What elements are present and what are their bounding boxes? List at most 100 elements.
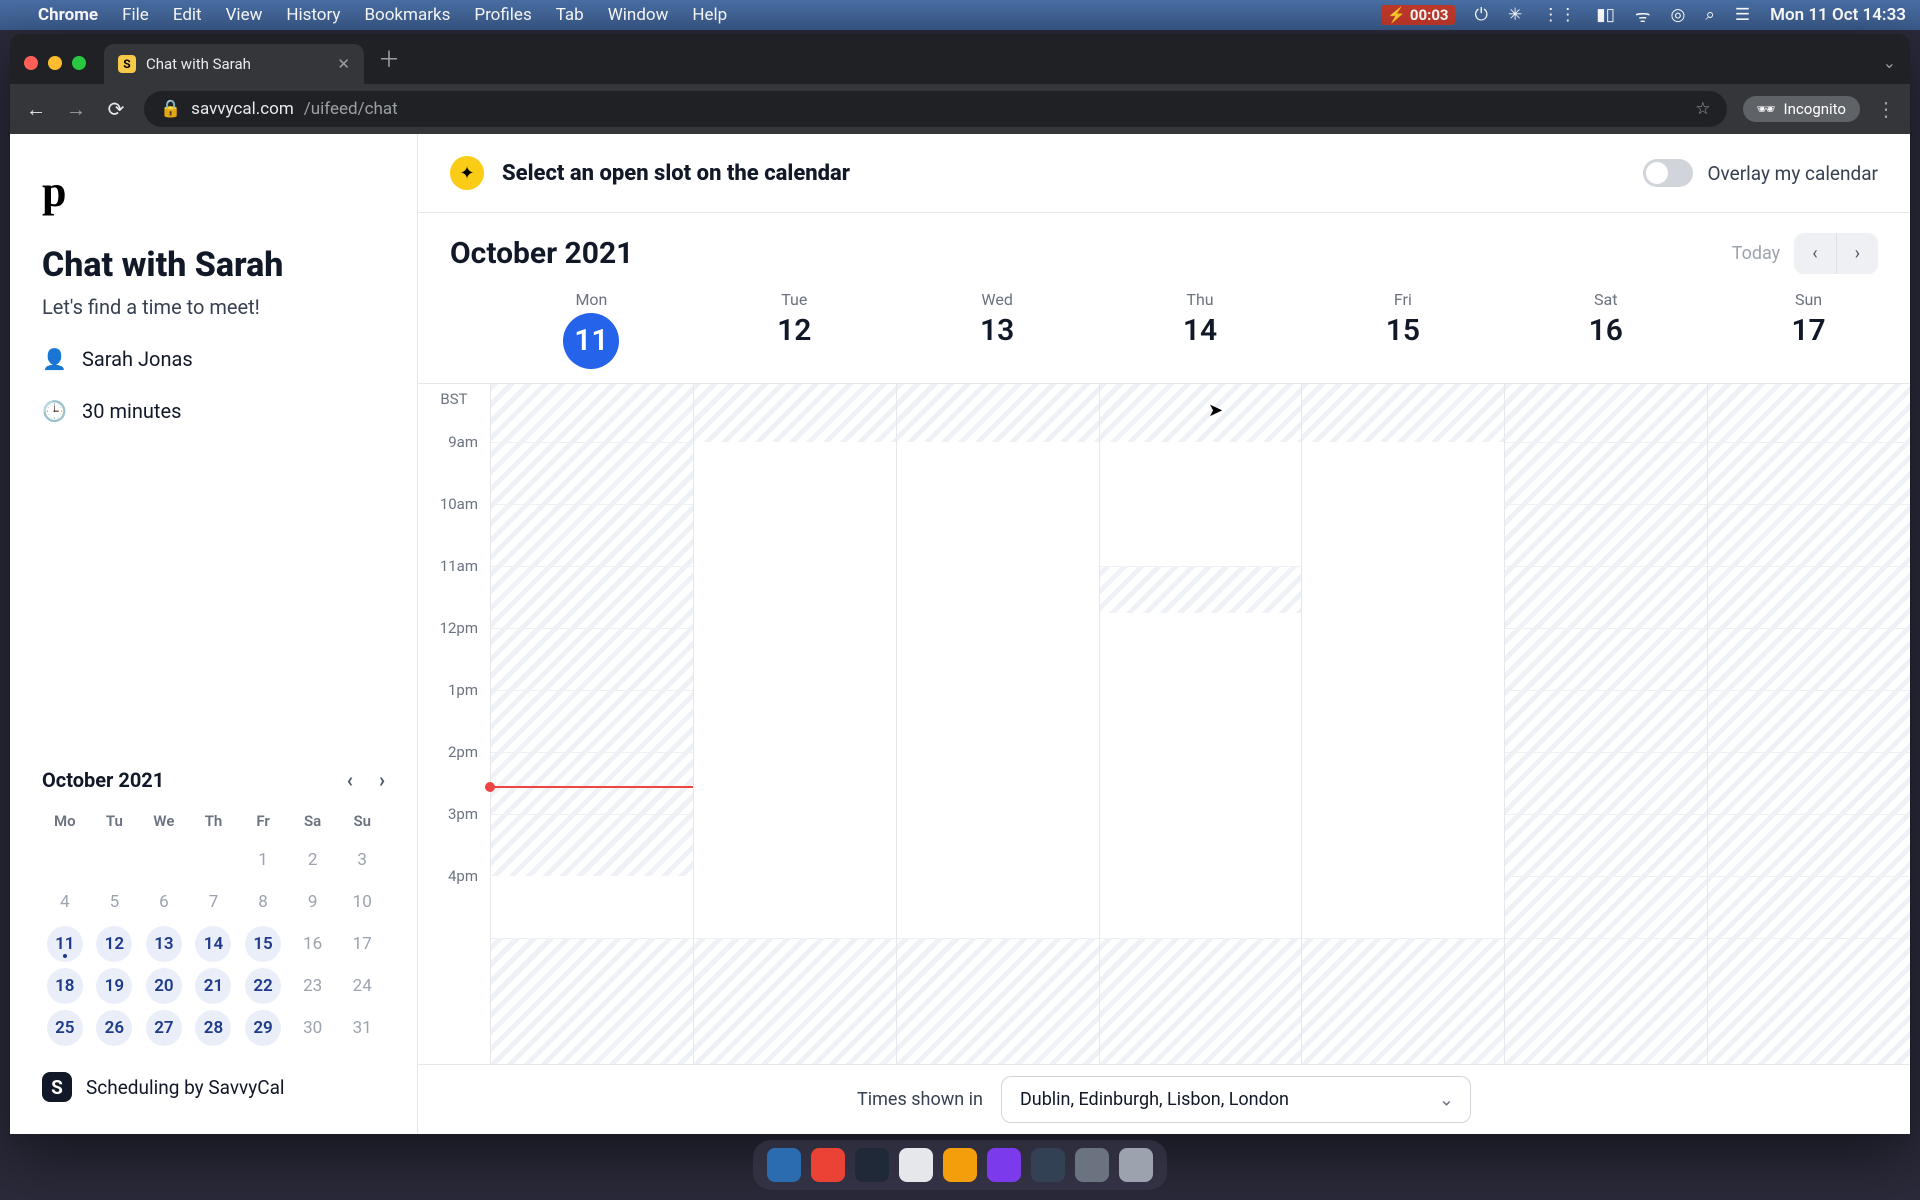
day-column[interactable] [1099, 384, 1302, 1134]
dock-app[interactable] [855, 1148, 889, 1182]
mini-calendar-dow: Sa [290, 806, 336, 836]
dock-app[interactable] [767, 1148, 801, 1182]
powered-by[interactable]: S Scheduling by SavvyCal [42, 1072, 385, 1102]
available-slot[interactable] [1100, 442, 1302, 566]
menubar-app-name[interactable]: Chrome [38, 5, 98, 25]
available-slot[interactable] [1100, 613, 1302, 939]
mini-calendar-day[interactable]: 14 [195, 926, 231, 962]
mini-calendar-day: 4 [47, 884, 83, 920]
mini-calendar-dow: We [141, 806, 187, 836]
mini-calendar-day[interactable]: 11 [47, 926, 83, 962]
instruction-banner: ✦ Select an open slot on the calendar Ov… [418, 134, 1910, 213]
weekday-column-header: Tue12 [693, 290, 896, 369]
window-zoom-button[interactable] [72, 56, 86, 70]
available-slot[interactable] [897, 442, 1099, 938]
menubar-item[interactable]: Window [608, 5, 669, 25]
dock-app[interactable] [943, 1148, 977, 1182]
nav-back-button[interactable]: ← [24, 97, 48, 122]
mini-calendar-prev-button[interactable]: ‹ [347, 768, 353, 792]
overlay-toggle[interactable] [1643, 159, 1693, 187]
mini-calendar-day: 31 [344, 1010, 380, 1046]
week-next-button[interactable]: › [1837, 233, 1878, 274]
spotlight-icon[interactable]: ⌕ [1705, 5, 1715, 25]
chrome-menu-button[interactable]: ⋮ [1876, 97, 1896, 121]
timezone-select[interactable]: Dublin, Edinburgh, Lisbon, London ⌄ [1001, 1076, 1471, 1123]
mini-calendar-next-button[interactable]: › [379, 768, 385, 792]
bookmark-star-icon[interactable]: ☆ [1695, 99, 1710, 119]
control-center-icon[interactable]: ☰ [1735, 5, 1750, 25]
menubar-item[interactable]: Profiles [474, 5, 531, 25]
time-grid[interactable]: BST 9am10am11am12pm1pm2pm3pm4pm ➤ [418, 383, 1910, 1134]
lock-icon[interactable]: 🔒 [160, 99, 181, 119]
battery-status[interactable]: ⚡00:03 [1381, 5, 1454, 25]
mini-calendar-day: 7 [195, 884, 231, 920]
mini-calendar-day[interactable]: 13 [146, 926, 182, 962]
mini-calendar-day[interactable]: 18 [47, 968, 83, 1004]
mini-calendar-day[interactable]: 15 [245, 926, 281, 962]
dock-app[interactable] [1031, 1148, 1065, 1182]
new-tab-button[interactable]: ＋ [364, 42, 414, 84]
incognito-badge[interactable]: 🕶 Incognito [1743, 96, 1861, 122]
mini-calendar-day [146, 842, 182, 878]
battery-icon[interactable]: ▮▯ [1596, 5, 1615, 25]
menubar-item[interactable]: Tab [556, 5, 584, 25]
day-column[interactable] [1301, 384, 1504, 1134]
address-bar[interactable]: 🔒 savvycal.com/uifeed/chat ☆ [144, 91, 1727, 127]
menubar-item[interactable]: View [226, 5, 263, 25]
menubar-clock[interactable]: Mon 11 Oct 14:33 [1770, 5, 1906, 25]
day-column[interactable] [896, 384, 1099, 1134]
menubar-item[interactable]: Edit [173, 5, 202, 25]
tabs-dropdown-button[interactable]: ⌄ [1883, 53, 1896, 84]
mini-calendar-day[interactable]: 25 [47, 1010, 83, 1046]
weekday-num: 16 [1504, 313, 1707, 348]
mini-calendar-day[interactable]: 26 [96, 1010, 132, 1046]
mini-calendar-day[interactable]: 29 [245, 1010, 281, 1046]
mini-calendar-day: 30 [295, 1010, 331, 1046]
available-slot[interactable] [1302, 442, 1504, 938]
mini-calendar-day[interactable]: 21 [195, 968, 231, 1004]
today-button[interactable]: Today [1732, 243, 1780, 264]
weekday-dow: Thu [1099, 290, 1302, 309]
dock-app[interactable] [1119, 1148, 1153, 1182]
weekday-dow: Wed [896, 290, 1099, 309]
event-title: Chat with Sarah [42, 245, 385, 285]
window-minimize-button[interactable] [48, 56, 62, 70]
browser-tab[interactable]: S Chat with Sarah ✕ [104, 44, 364, 84]
mini-calendar-day[interactable]: 27 [146, 1010, 182, 1046]
mini-calendar-day: 17 [344, 926, 380, 962]
available-slot[interactable] [694, 442, 896, 938]
dock-app[interactable] [899, 1148, 933, 1182]
nav-forward-button[interactable]: → [64, 97, 88, 122]
day-column[interactable] [693, 384, 896, 1134]
tab-close-button[interactable]: ✕ [337, 55, 350, 73]
wifi-icon[interactable]: ᯤ [1635, 4, 1651, 27]
status-icon[interactable]: ✳ [1508, 5, 1522, 25]
dock-app[interactable] [811, 1148, 845, 1182]
mini-calendar-day: 3 [344, 842, 380, 878]
window-close-button[interactable] [24, 56, 38, 70]
mini-calendar-day[interactable]: 12 [96, 926, 132, 962]
dock-app[interactable] [987, 1148, 1021, 1182]
brand-logo: p [42, 166, 385, 217]
status-icon[interactable]: ⏻ [1475, 5, 1488, 25]
day-column[interactable] [1504, 384, 1707, 1134]
mini-calendar-day: 23 [295, 968, 331, 1004]
timezone-prefix: Times shown in [857, 1089, 983, 1110]
day-column[interactable] [1707, 384, 1910, 1134]
mini-calendar-day[interactable]: 22 [245, 968, 281, 1004]
available-slot[interactable] [491, 876, 693, 938]
user-icon[interactable]: ◎ [1671, 5, 1686, 25]
hint-icon: ✦ [450, 156, 484, 190]
status-icon[interactable]: ⋮⋮ [1542, 5, 1576, 25]
dock-app[interactable] [1075, 1148, 1109, 1182]
menubar-item[interactable]: Help [692, 5, 727, 25]
menubar-item[interactable]: History [286, 5, 340, 25]
mini-calendar-day[interactable]: 20 [146, 968, 182, 1004]
menubar-item[interactable]: Bookmarks [364, 5, 450, 25]
menubar-item[interactable]: File [122, 5, 149, 25]
week-prev-button[interactable]: ‹ [1794, 233, 1836, 274]
mini-calendar-day[interactable]: 28 [195, 1010, 231, 1046]
mini-calendar-day[interactable]: 19 [96, 968, 132, 1004]
nav-reload-button[interactable]: ⟳ [104, 97, 128, 121]
day-column[interactable] [490, 384, 693, 1134]
